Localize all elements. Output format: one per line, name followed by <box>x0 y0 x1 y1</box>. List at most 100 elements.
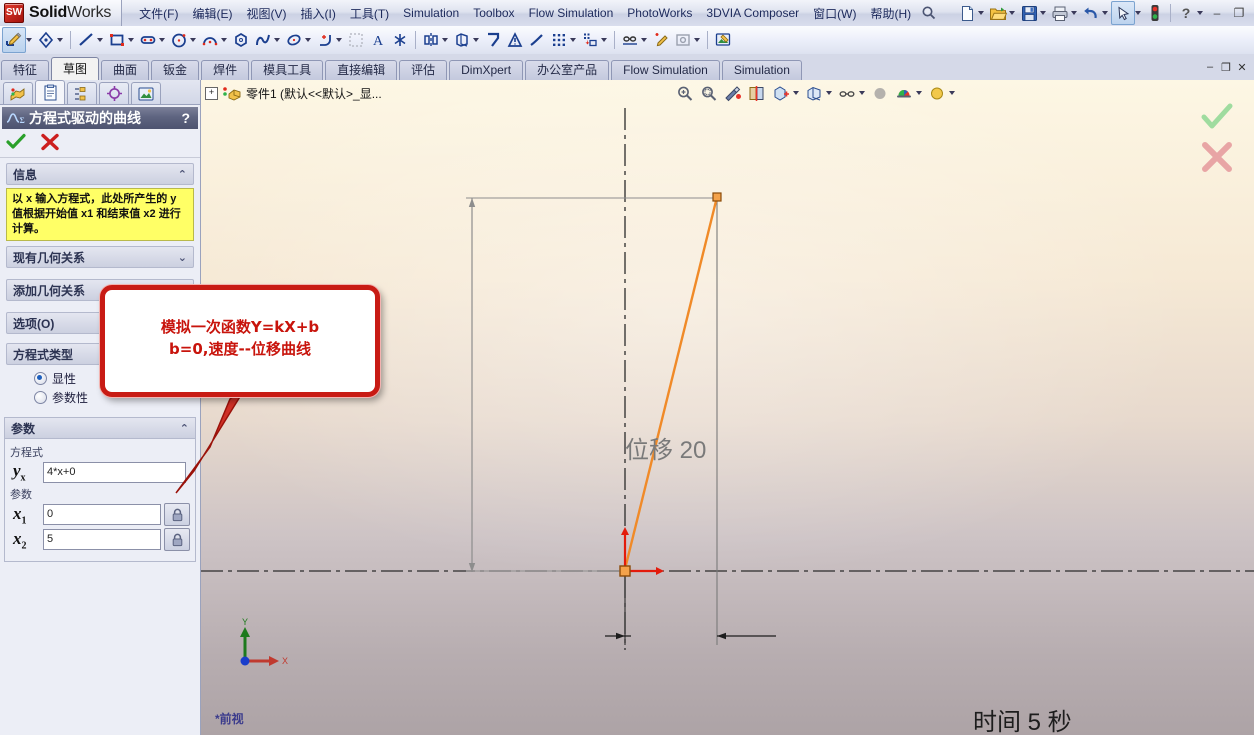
menu-file[interactable]: 文件(F) <box>132 2 185 25</box>
restore-window-button[interactable]: ❐ <box>1228 2 1250 24</box>
section-existing-relations-header[interactable]: 现有几何关系 ⌄ <box>6 246 194 268</box>
linear-pattern-icon[interactable] <box>548 28 570 52</box>
convert-entities-icon[interactable] <box>451 28 473 52</box>
configuration-icon[interactable] <box>67 82 97 104</box>
mirror-icon[interactable] <box>420 28 442 52</box>
slot-dropdown-icon[interactable] <box>159 38 165 42</box>
select-dropdown-icon[interactable] <box>1135 11 1141 15</box>
mirror-dropdown-icon[interactable] <box>442 38 448 42</box>
menu-view[interactable]: 视图(V) <box>240 2 294 25</box>
undo-icon[interactable] <box>1080 2 1102 24</box>
tab-direct-editing[interactable]: 直接编辑 <box>325 60 398 81</box>
tab-dimxpert[interactable]: DimXpert <box>449 60 524 81</box>
circle-icon[interactable] <box>168 28 190 52</box>
green-check-icon[interactable] <box>6 133 26 154</box>
tab-evaluate[interactable]: 评估 <box>399 60 448 81</box>
hide-show-items-icon[interactable] <box>835 82 859 104</box>
sketch-pencil-icon[interactable] <box>2 27 26 53</box>
polygon-icon[interactable] <box>230 28 252 52</box>
save-icon[interactable] <box>1018 2 1040 24</box>
chevron-up-icon[interactable]: ⌃ <box>178 168 187 181</box>
move-dropdown-icon[interactable] <box>601 38 607 42</box>
smart-dimension-icon[interactable] <box>35 28 57 52</box>
repair-dropdown-icon[interactable] <box>694 38 700 42</box>
chevron-down-icon[interactable]: ⌄ <box>178 251 187 264</box>
view-orientation-icon[interactable] <box>769 82 793 104</box>
spline-icon[interactable] <box>252 28 274 52</box>
repair-sketch-icon[interactable] <box>672 28 694 52</box>
ellipse-icon[interactable] <box>283 28 305 52</box>
confirm-ok-icon[interactable] <box>1200 102 1234 135</box>
feature-tree-icon[interactable] <box>3 82 33 104</box>
print-icon[interactable] <box>1049 2 1071 24</box>
ellipse-dropdown-icon[interactable] <box>305 38 311 42</box>
displacement-dimension[interactable]: 位移 20 <box>625 430 706 465</box>
x2-input[interactable]: 5 <box>43 529 161 551</box>
quick-snap-icon[interactable] <box>650 28 672 52</box>
display-style-icon[interactable] <box>802 82 826 104</box>
line-dropdown-icon[interactable] <box>97 38 103 42</box>
open-folder-icon[interactable] <box>987 2 1009 24</box>
dimension-dropdown-icon[interactable] <box>57 38 63 42</box>
breadcrumb[interactable]: + 零件1 (默认<<默认>_显... <box>205 85 382 102</box>
new-document-icon[interactable] <box>956 2 978 24</box>
menu-window[interactable]: 窗口(W) <box>806 2 863 25</box>
view-settings-icon[interactable] <box>925 82 949 104</box>
undo-dropdown-icon[interactable] <box>1102 11 1108 15</box>
tab-mold-tools[interactable]: 模具工具 <box>251 60 324 81</box>
display-image-icon[interactable] <box>131 82 161 104</box>
equation-input[interactable]: 4*x+0 <box>43 461 186 483</box>
tab-sketch[interactable]: 草图 <box>51 57 100 81</box>
trim-icon[interactable] <box>345 28 367 52</box>
menu-help[interactable]: 帮助(H) <box>863 2 918 25</box>
menu-tools[interactable]: 工具(T) <box>343 2 396 25</box>
property-clipboard-icon[interactable] <box>35 80 65 104</box>
red-x-icon[interactable] <box>40 133 60 154</box>
text-icon[interactable]: A <box>367 28 389 52</box>
help-badge[interactable]: ? <box>181 110 194 126</box>
slot-icon[interactable] <box>137 28 159 52</box>
lock-icon[interactable] <box>164 503 190 527</box>
construction-geometry-icon[interactable] <box>526 28 548 52</box>
arc-icon[interactable] <box>199 28 221 52</box>
search-icon[interactable] <box>918 2 940 24</box>
display-delete-relation-icon[interactable] <box>619 28 641 52</box>
lock-icon[interactable] <box>164 528 190 552</box>
line-icon[interactable] <box>75 28 97 52</box>
convert-dropdown-icon[interactable] <box>473 38 479 42</box>
restore-document-button[interactable]: ❐ <box>1218 59 1234 75</box>
hide-show-dropdown-icon[interactable] <box>859 91 865 95</box>
menu-edit[interactable]: 编辑(E) <box>186 2 240 25</box>
radio-parametric-indicator[interactable] <box>34 391 47 404</box>
x1-input[interactable]: 0 <box>43 504 161 526</box>
pattern-dropdown-icon[interactable] <box>570 38 576 42</box>
scene-dropdown-icon[interactable] <box>916 91 922 95</box>
fillet-dropdown-icon[interactable] <box>336 38 342 42</box>
menu-flow-simulation[interactable]: Flow Simulation <box>522 3 621 23</box>
view-settings-dropdown-icon[interactable] <box>949 91 955 95</box>
circle-dropdown-icon[interactable] <box>190 38 196 42</box>
section-view-icon[interactable] <box>745 82 769 104</box>
tab-flow-simulation[interactable]: Flow Simulation <box>611 60 720 81</box>
confirm-cancel-icon[interactable] <box>1200 141 1234 176</box>
arc-dropdown-icon[interactable] <box>221 38 227 42</box>
zoom-to-area-icon[interactable] <box>697 82 721 104</box>
close-document-button[interactable]: ✕ <box>1234 59 1250 75</box>
spline-dropdown-icon[interactable] <box>274 38 280 42</box>
rectangle-dropdown-icon[interactable] <box>128 38 134 42</box>
tab-simulation[interactable]: Simulation <box>721 60 802 81</box>
relation-dropdown-icon[interactable] <box>641 38 647 42</box>
menu-3dvia-composer[interactable]: 3DVIA Composer <box>699 3 806 23</box>
edit-appearance-icon[interactable] <box>868 82 892 104</box>
menu-toolbox[interactable]: Toolbox <box>466 3 521 23</box>
tab-features[interactable]: 特征 <box>1 60 50 81</box>
extend-icon[interactable] <box>504 28 526 52</box>
menu-photoworks[interactable]: PhotoWorks <box>620 3 699 23</box>
tab-sheet-metal[interactable]: 钣金 <box>151 60 200 81</box>
print-dropdown-icon[interactable] <box>1071 11 1077 15</box>
menu-simulation[interactable]: Simulation <box>396 3 466 23</box>
new-document-dropdown-icon[interactable] <box>978 11 984 15</box>
tab-surfaces[interactable]: 曲面 <box>101 60 150 81</box>
menu-insert[interactable]: 插入(I) <box>294 2 343 25</box>
tab-office-products[interactable]: 办公室产品 <box>525 60 610 81</box>
